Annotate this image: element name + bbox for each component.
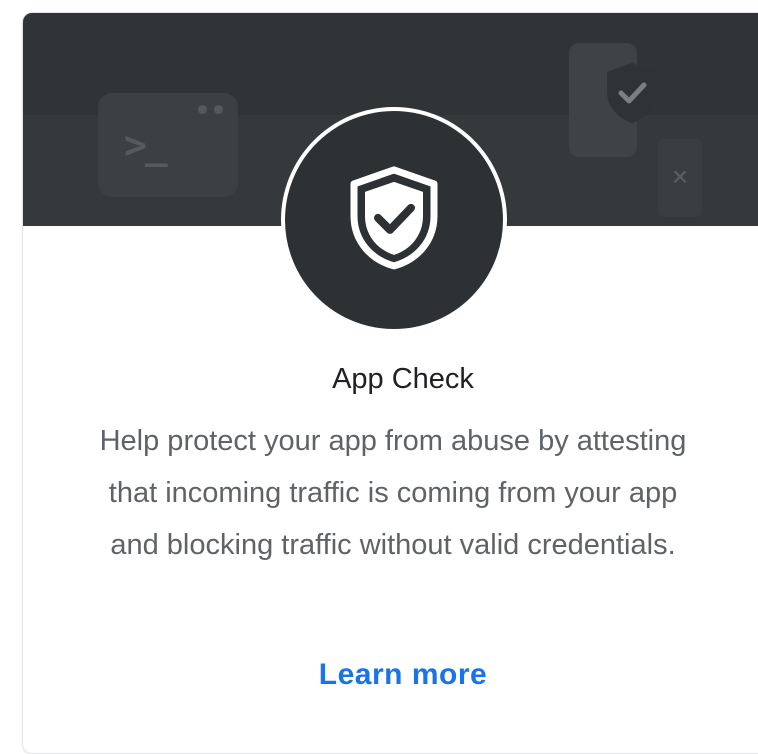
app-check-card: >_ × App Check Help protect your app fro…	[22, 12, 758, 754]
card-description: Help protect your app from abuse by atte…	[99, 425, 687, 561]
close-icon: ×	[658, 139, 702, 217]
shield-check-icon	[350, 166, 438, 270]
hero-badge	[281, 107, 507, 333]
terminal-dot	[214, 105, 223, 114]
learn-more-link[interactable]: Learn more	[23, 658, 758, 692]
card-title: App Check	[332, 363, 474, 395]
terminal-dot	[198, 105, 207, 114]
shield-check-icon	[607, 63, 657, 123]
terminal-icon: >_	[98, 93, 238, 197]
terminal-prompt: >_	[124, 123, 168, 167]
